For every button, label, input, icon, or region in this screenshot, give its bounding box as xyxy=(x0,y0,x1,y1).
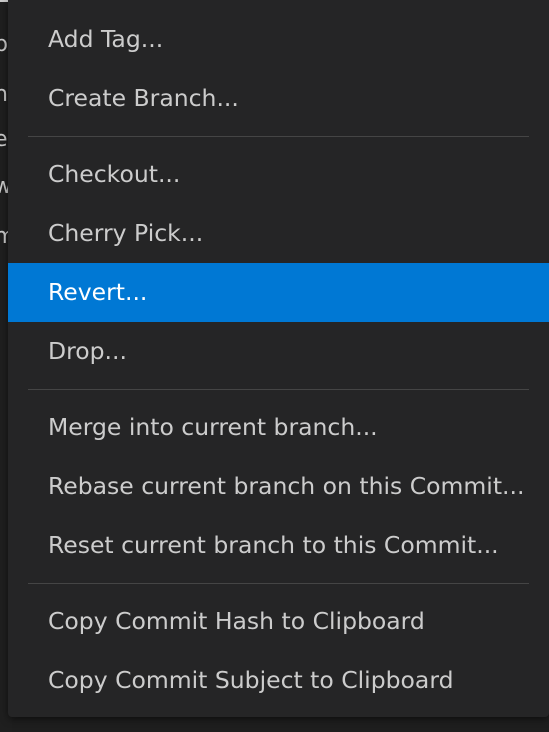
menu-separator xyxy=(28,583,529,584)
menu-item-copy-commit-subject-to-clipboard[interactable]: Copy Commit Subject to Clipboard xyxy=(8,651,549,710)
menu-item-checkout[interactable]: Checkout... xyxy=(8,145,549,204)
menu-item-merge-into-current-branch[interactable]: Merge into current branch... xyxy=(8,398,549,457)
menu-item-rebase-current-branch-on-this-commit[interactable]: Rebase current branch on this Commit... xyxy=(8,457,549,516)
menu-item-drop[interactable]: Drop... xyxy=(8,322,549,381)
menu-item-create-branch[interactable]: Create Branch... xyxy=(8,69,549,128)
menu-item-cherry-pick[interactable]: Cherry Pick... xyxy=(8,204,549,263)
menu-separator xyxy=(28,136,529,137)
menu-item-reset-current-branch-to-this-commit[interactable]: Reset current branch to this Commit... xyxy=(8,516,549,575)
menu-item-revert[interactable]: Revert... xyxy=(8,263,549,322)
menu-separator xyxy=(28,389,529,390)
menu-item-copy-commit-hash-to-clipboard[interactable]: Copy Commit Hash to Clipboard xyxy=(8,592,549,651)
commit-context-menu: Add Tag... Create Branch... Checkout... Che… xyxy=(8,0,549,717)
menu-item-add-tag[interactable]: Add Tag... xyxy=(8,10,549,69)
